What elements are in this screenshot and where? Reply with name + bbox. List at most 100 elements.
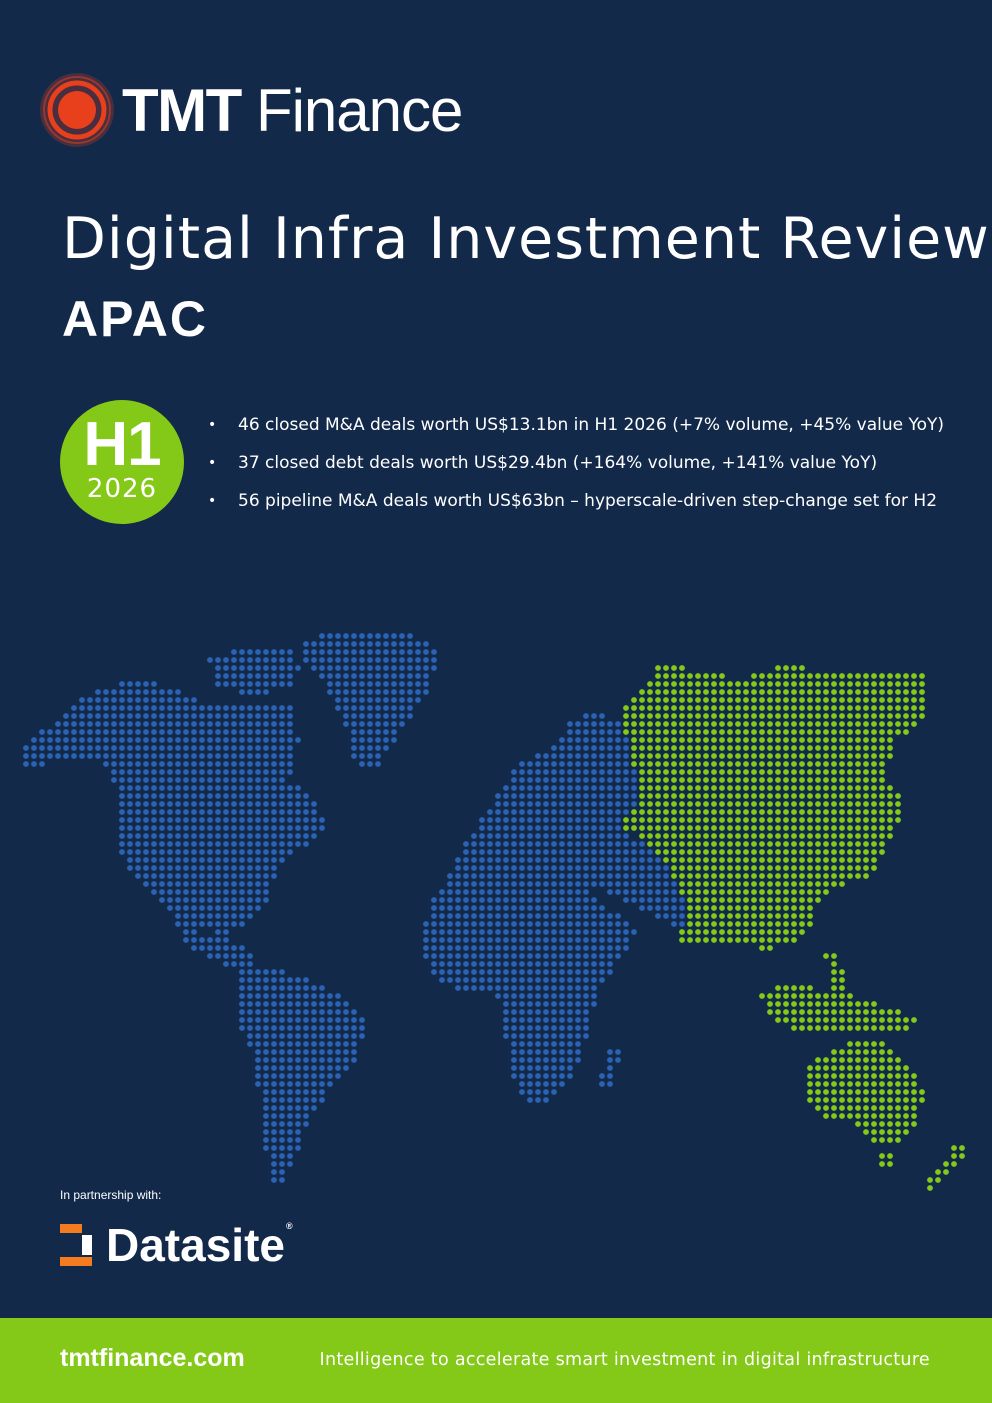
map-dot-apac xyxy=(703,913,709,919)
map-dot xyxy=(271,785,277,791)
map-dot-apac xyxy=(823,785,829,791)
map-dot-apac xyxy=(647,825,653,831)
map-dot-apac xyxy=(663,705,669,711)
map-dot xyxy=(495,865,501,871)
map-dot xyxy=(639,841,645,847)
map-dot xyxy=(383,745,389,751)
map-dot-apac xyxy=(655,785,661,791)
map-dot-apac xyxy=(671,801,677,807)
map-dot xyxy=(575,929,581,935)
map-dot-apac xyxy=(735,713,741,719)
map-dot xyxy=(543,761,549,767)
map-dot xyxy=(303,817,309,823)
map-dot xyxy=(295,985,301,991)
map-dot xyxy=(135,777,141,783)
map-dot xyxy=(575,785,581,791)
map-dot xyxy=(567,889,573,895)
map-dot xyxy=(567,953,573,959)
map-dot-apac xyxy=(847,1017,853,1023)
map-dot xyxy=(591,817,597,823)
map-dot xyxy=(495,921,501,927)
map-dot xyxy=(303,1041,309,1047)
map-dot-apac xyxy=(695,849,701,855)
map-dot xyxy=(575,857,581,863)
map-dot xyxy=(567,793,573,799)
map-dot xyxy=(95,705,101,711)
map-dot xyxy=(583,953,589,959)
map-dot xyxy=(583,873,589,879)
map-dot-apac xyxy=(743,793,749,799)
map-dot xyxy=(183,841,189,847)
map-dot xyxy=(239,913,245,919)
map-dot-apac xyxy=(775,881,781,887)
map-dot xyxy=(351,1017,357,1023)
map-dot xyxy=(135,729,141,735)
map-dot xyxy=(471,833,477,839)
map-dot xyxy=(223,833,229,839)
map-dot xyxy=(175,881,181,887)
map-dot xyxy=(591,881,597,887)
map-dot xyxy=(247,993,253,999)
map-dot-apac xyxy=(879,817,885,823)
map-dot xyxy=(167,809,173,815)
map-dot xyxy=(79,721,85,727)
map-dot xyxy=(287,1097,293,1103)
map-dot xyxy=(511,849,517,855)
map-dot-apac xyxy=(735,841,741,847)
map-dot-apac xyxy=(855,761,861,767)
map-dot xyxy=(519,873,525,879)
map-dot xyxy=(287,769,293,775)
map-dot-apac xyxy=(735,745,741,751)
map-dot-apac xyxy=(863,1113,869,1119)
map-dot-apac xyxy=(823,1025,829,1031)
map-dot xyxy=(311,1049,317,1055)
map-dot xyxy=(375,697,381,703)
map-dot-apac xyxy=(863,737,869,743)
map-dot-apac xyxy=(895,1121,901,1127)
map-dot-apac xyxy=(879,713,885,719)
map-dot xyxy=(255,985,261,991)
map-dot-apac xyxy=(767,753,773,759)
map-dot-apac xyxy=(863,697,869,703)
map-dot-apac xyxy=(855,1097,861,1103)
map-dot-apac xyxy=(887,753,893,759)
map-dot-apac xyxy=(887,825,893,831)
map-dot-apac xyxy=(815,1057,821,1063)
map-dot xyxy=(599,921,605,927)
map-dot xyxy=(223,713,229,719)
map-dot xyxy=(479,841,485,847)
map-dot xyxy=(287,1001,293,1007)
map-dot-apac xyxy=(663,785,669,791)
map-dot xyxy=(559,1017,565,1023)
map-dot xyxy=(279,673,285,679)
map-dot xyxy=(279,1001,285,1007)
map-dot-apac xyxy=(855,1009,861,1015)
map-dot xyxy=(663,897,669,903)
map-dot xyxy=(279,721,285,727)
map-dot xyxy=(343,1033,349,1039)
map-dot xyxy=(231,737,237,743)
map-dot-apac xyxy=(735,921,741,927)
map-dot xyxy=(167,881,173,887)
map-dot-apac xyxy=(911,689,917,695)
map-dot xyxy=(295,1033,301,1039)
map-dot xyxy=(575,921,581,927)
map-dot xyxy=(303,1057,309,1063)
map-dot xyxy=(519,841,525,847)
map-dot xyxy=(255,665,261,671)
map-dot xyxy=(263,993,269,999)
map-dot xyxy=(527,889,533,895)
map-dot xyxy=(199,753,205,759)
map-dot xyxy=(247,801,253,807)
map-dot xyxy=(351,729,357,735)
map-dot xyxy=(199,793,205,799)
map-dot xyxy=(247,897,253,903)
website-link[interactable]: tmtfinance.com xyxy=(60,1344,245,1373)
map-dot-apac xyxy=(671,865,677,871)
map-dot xyxy=(527,969,533,975)
map-dot xyxy=(239,921,245,927)
map-dot-apac xyxy=(759,785,765,791)
map-dot-apac xyxy=(839,977,845,983)
map-dot-apac xyxy=(783,705,789,711)
map-dot-apac xyxy=(839,881,845,887)
